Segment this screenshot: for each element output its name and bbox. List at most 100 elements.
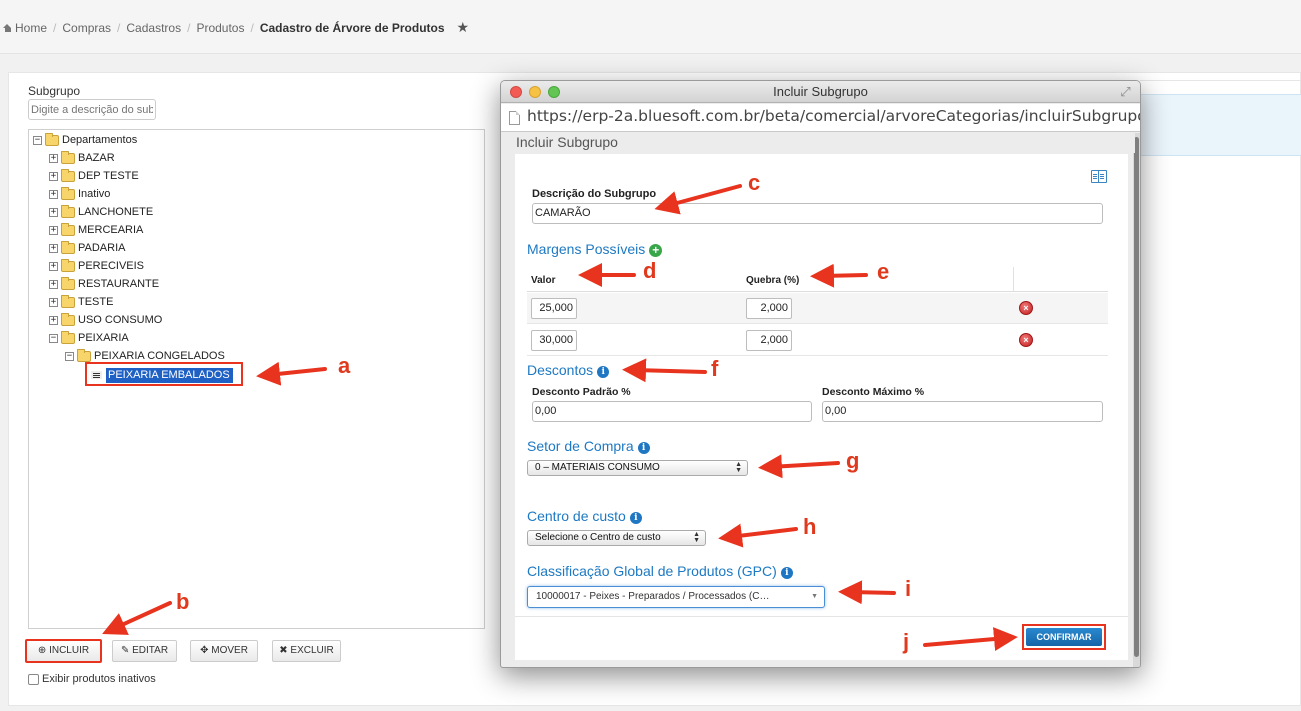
annotation-a: a — [338, 353, 351, 378]
breadcrumb-item-produtos[interactable]: Produtos — [196, 21, 244, 35]
expand-icon[interactable]: + — [49, 297, 58, 307]
expand-icon[interactable]: + — [49, 261, 58, 271]
desconto-padrao-input[interactable]: 0,00 — [532, 401, 812, 422]
window-close-button[interactable] — [510, 86, 522, 98]
modal-body: Descrição do Subgrupo CAMARÃO Margens Po… — [515, 154, 1128, 660]
tree-node[interactable]: + DEP TESTE — [49, 168, 139, 184]
mover-button[interactable]: ✥ MOVER — [190, 640, 258, 662]
annotation-c: c — [748, 170, 761, 195]
incluir-subgrupo-modal: Incluir Subgrupo ⤢ https://erp-2a.blueso… — [500, 80, 1141, 668]
select-arrows-icon: ▲ ▼ — [735, 461, 742, 474]
folder-icon — [61, 204, 75, 218]
breadcrumb-item-cadastros[interactable]: Cadastros — [126, 21, 181, 35]
gpc-title: Classificação Global de Produtos (GPC) i — [527, 563, 793, 579]
info-icon[interactable]: i — [597, 366, 610, 378]
plus-circle-icon: ⊕ — [37, 645, 47, 656]
page-icon — [509, 111, 520, 125]
breadcrumb-item-compras[interactable]: Compras — [62, 21, 111, 35]
valor-input[interactable]: 30,000 — [531, 330, 577, 351]
desconto-padrao-label: Desconto Padrão % — [532, 386, 631, 398]
remove-row-icon[interactable]: × — [1019, 333, 1033, 347]
help-book-icon[interactable] — [1091, 170, 1107, 183]
tree-node-label: MERCEARIA — [78, 224, 144, 237]
descricao-input[interactable]: CAMARÃO — [532, 203, 1103, 224]
expand-icon[interactable]: + — [49, 153, 58, 163]
setor-select[interactable]: 0 – MATERIAIS CONSUMO ▲ ▼ — [527, 460, 748, 476]
folder-icon — [61, 294, 75, 308]
address-bar[interactable]: https://erp-2a.bluesoft.com.br/beta/come… — [501, 104, 1140, 132]
breadcrumb-item-home[interactable]: Home — [15, 21, 47, 35]
annotation-e: e — [877, 259, 890, 284]
tree-node-root[interactable]: − Departamentos — [33, 132, 137, 148]
info-icon[interactable]: i — [780, 567, 793, 579]
collapse-icon[interactable]: − — [65, 351, 74, 361]
desconto-maximo-input[interactable]: 0,00 — [822, 401, 1103, 422]
tree-node[interactable]: + USO CONSUMO — [49, 312, 162, 328]
margins-table-header: Valor Quebra (%) — [527, 267, 1108, 292]
modal-header: Incluir Subgrupo — [501, 133, 1135, 153]
quebra-input[interactable]: 2,000 — [746, 298, 792, 319]
info-icon[interactable]: i — [629, 512, 642, 524]
mover-label: MOVER — [211, 645, 248, 656]
window-minimize-button[interactable] — [529, 86, 541, 98]
folder-open-icon — [61, 330, 75, 344]
collapse-icon[interactable]: − — [33, 135, 42, 145]
info-icon[interactable]: i — [637, 442, 650, 454]
setor-selected-value: 0 – MATERIAIS CONSUMO — [535, 462, 660, 473]
tree-node[interactable]: + RESTAURANTE — [49, 276, 159, 292]
excluir-button[interactable]: ✖ EXCLUIR — [272, 640, 341, 662]
gpc-select[interactable]: 10000017 - Peixes - Preparados / Process… — [527, 586, 825, 608]
folder-icon — [61, 168, 75, 182]
confirm-highlight: CONFIRMAR — [1022, 624, 1106, 650]
tree-node[interactable]: + LANCHONETE — [49, 204, 153, 220]
col-valor: Valor — [531, 275, 556, 286]
centro-title-text: Centro de custo — [527, 508, 626, 524]
annotation-f: f — [711, 356, 719, 381]
expand-icon[interactable]: + — [49, 279, 58, 289]
incluir-button[interactable]: ⊕ INCLUIR — [25, 639, 102, 663]
incluir-label: INCLUIR — [49, 645, 90, 656]
confirmar-button[interactable]: CONFIRMAR — [1026, 628, 1102, 646]
tree-node[interactable]: + TESTE — [49, 294, 113, 310]
tree-node-label: PEIXARIA CONGELADOS — [94, 350, 225, 363]
expand-icon[interactable]: + — [49, 225, 58, 235]
descricao-label: Descrição do Subgrupo — [532, 188, 657, 200]
expand-icon[interactable]: + — [49, 207, 58, 217]
collapse-icon[interactable]: − — [49, 333, 58, 343]
centro-title: Centro de custo i — [527, 508, 642, 524]
valor-input[interactable]: 25,000 — [531, 298, 577, 319]
col-quebra: Quebra (%) — [746, 275, 800, 286]
folder-icon — [61, 150, 75, 164]
expand-icon[interactable]: + — [49, 315, 58, 325]
folder-icon — [61, 258, 75, 272]
expand-icon[interactable]: + — [49, 189, 58, 199]
subgroup-search-input[interactable] — [28, 99, 156, 120]
remove-row-icon[interactable]: × — [1019, 301, 1033, 315]
favorite-star-icon[interactable]: ★ — [457, 19, 470, 36]
quebra-input[interactable]: 2,000 — [746, 330, 792, 351]
tree-node[interactable]: + BAZAR — [49, 150, 115, 166]
modal-scrollbar-thumb[interactable] — [1134, 137, 1139, 657]
setor-title: Setor de Compra i — [527, 438, 650, 454]
window-zoom-button[interactable] — [548, 86, 560, 98]
tree-node[interactable]: + PADARIA — [49, 240, 125, 256]
add-margin-icon[interactable]: + — [649, 244, 663, 257]
folder-icon — [61, 222, 75, 236]
editar-button[interactable]: ✎ EDITAR — [112, 640, 177, 662]
tree-node-label: TESTE — [78, 296, 114, 309]
tree-node-selected[interactable]: PEIXARIA EMBALADOS — [106, 368, 233, 383]
move-icon: ✥ — [200, 645, 209, 656]
tree-node-peixaria[interactable]: − PEIXARIA — [49, 330, 129, 346]
folder-icon — [61, 240, 75, 254]
expand-icon[interactable]: + — [49, 171, 58, 181]
centro-select[interactable]: Selecione o Centro de custo ▲ ▼ — [527, 530, 706, 546]
tree-node-label: PEIXARIA — [78, 332, 129, 345]
tree-node[interactable]: + MERCEARIA — [49, 222, 143, 238]
tree-node[interactable]: + Inativo — [49, 186, 110, 202]
expand-icon[interactable]: + — [49, 243, 58, 253]
tree-node[interactable]: + PERECIVEIS — [49, 258, 144, 274]
show-inactive-checkbox[interactable] — [28, 673, 39, 685]
divider — [1140, 80, 1301, 81]
setor-title-text: Setor de Compra — [527, 438, 634, 454]
fullscreen-icon[interactable]: ⤢ — [1119, 85, 1132, 98]
